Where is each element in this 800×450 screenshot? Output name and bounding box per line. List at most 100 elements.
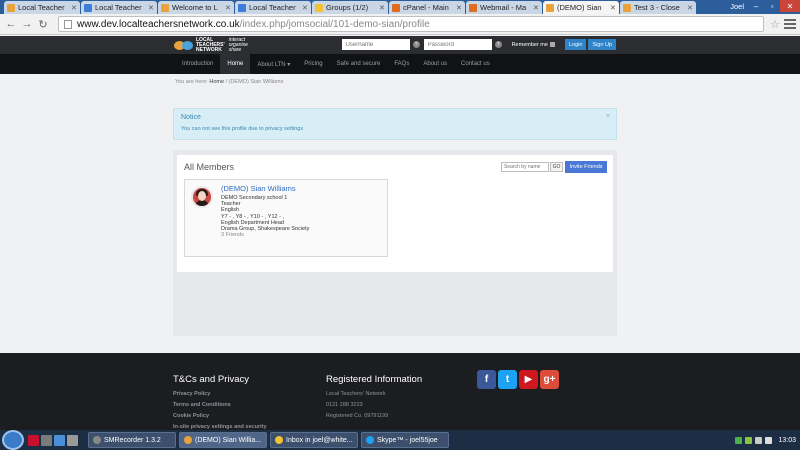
login-button[interactable]: Login bbox=[564, 39, 587, 50]
footer-link-privacy[interactable]: Privacy Policy bbox=[173, 391, 267, 397]
logo-text: LOCAL TEACHERS' NETWORK bbox=[196, 36, 225, 53]
taskbar-item[interactable]: SMRecorder 1.3.2 bbox=[88, 432, 176, 448]
nav-item[interactable]: FAQs bbox=[387, 54, 416, 74]
close-tab-icon[interactable]: ✕ bbox=[533, 4, 539, 12]
all-members-panel: All Members GO Invite Friends (DEMO) Sia… bbox=[177, 155, 613, 272]
nav-item[interactable]: Safe and secure bbox=[330, 54, 388, 74]
footer-company-number: Registered Co. 09791199 bbox=[326, 413, 389, 419]
member-search-input[interactable] bbox=[501, 162, 549, 172]
page-icon bbox=[64, 19, 72, 29]
google-plus-icon[interactable]: g+ bbox=[540, 370, 559, 389]
remember-me-checkbox[interactable] bbox=[549, 42, 555, 47]
network-icon[interactable] bbox=[765, 436, 773, 444]
flag-icon[interactable] bbox=[28, 434, 39, 446]
tab-list: Local Teacher ✕ Local Teacher ✕ Welcome to L… bbox=[4, 1, 697, 14]
favicon-icon bbox=[392, 3, 400, 12]
browser-tab[interactable]: Test 3 - Close ✕ bbox=[620, 1, 696, 14]
close-tab-icon[interactable]: ✕ bbox=[379, 4, 385, 12]
app-icon[interactable] bbox=[54, 434, 65, 446]
social-links: f t ▶ g+ bbox=[477, 370, 561, 389]
member-name-link[interactable]: (DEMO) Sian Williams bbox=[221, 184, 296, 193]
site-logo[interactable]: LOCAL TEACHERS' NETWORK interact organise sh… bbox=[174, 37, 248, 53]
tray-icon[interactable] bbox=[735, 436, 743, 444]
browser-tab[interactable]: Groups (1/2) ✕ bbox=[312, 1, 388, 14]
close-tab-icon[interactable]: ✕ bbox=[302, 4, 308, 12]
facebook-icon[interactable]: f bbox=[477, 370, 496, 389]
taskbar-items: SMRecorder 1.3.2 (DEMO) Sian Willia... Inb… bbox=[88, 432, 452, 448]
breadcrumb-prefix: You are here: bbox=[175, 79, 208, 85]
username-input[interactable] bbox=[341, 39, 410, 50]
minimize-icon[interactable]: – bbox=[748, 0, 764, 12]
back-icon[interactable]: ← bbox=[4, 17, 18, 31]
privacy-notice: Notice You can not see this profile due … bbox=[173, 108, 617, 140]
browser-tab[interactable]: (DEMO) Sian ✕ bbox=[543, 1, 619, 14]
browser-tab[interactable]: Local Teacher ✕ bbox=[4, 1, 80, 14]
browser-tab[interactable]: Webmail - Ma ✕ bbox=[466, 1, 542, 14]
footer-tc-column: T&Cs and Privacy Privacy Policy Terms an… bbox=[173, 374, 267, 435]
login-form: ? ? Remember me Login Sign Up bbox=[341, 39, 616, 50]
tab-label: cPanel - Main bbox=[403, 3, 449, 12]
logo-tagline: interact organise share bbox=[228, 36, 248, 53]
address-bar: ← → ↻ www.dev.localteachersnetwork.co.uk… bbox=[0, 14, 800, 35]
nav-item[interactable]: Pricing bbox=[297, 54, 329, 74]
taskbar-item[interactable]: Inbox in joel@white... bbox=[270, 432, 358, 448]
help-icon[interactable]: ? bbox=[494, 41, 502, 48]
bookmark-star-icon[interactable]: ☆ bbox=[770, 18, 780, 31]
tab-label: Local Teacher bbox=[249, 3, 296, 12]
volume-icon[interactable] bbox=[755, 436, 763, 444]
browser-menu-icon[interactable] bbox=[784, 19, 796, 29]
nav-item[interactable]: Home bbox=[220, 54, 251, 74]
password-input[interactable] bbox=[423, 39, 492, 50]
app-icon bbox=[184, 436, 192, 444]
footer-link-terms[interactable]: Terms and Conditions bbox=[173, 402, 267, 408]
close-icon[interactable]: × bbox=[606, 113, 610, 120]
forward-icon[interactable]: → bbox=[20, 17, 34, 31]
footer-registered-title: Registered Information bbox=[326, 374, 423, 385]
breadcrumb-home-link[interactable]: Home bbox=[209, 79, 224, 85]
logo-bubble-icon bbox=[182, 40, 193, 50]
avatar[interactable] bbox=[191, 186, 213, 208]
invite-friends-button[interactable]: Invite Friends bbox=[565, 161, 607, 173]
reload-icon[interactable]: ↻ bbox=[36, 17, 50, 31]
app-icon bbox=[93, 436, 101, 444]
breadcrumb-separator: / bbox=[225, 79, 228, 85]
app-icon[interactable] bbox=[67, 434, 78, 446]
close-tab-icon[interactable]: ✕ bbox=[687, 4, 693, 12]
browser-tab[interactable]: Local Teacher ✕ bbox=[81, 1, 157, 14]
youtube-icon[interactable]: ▶ bbox=[519, 370, 538, 389]
tray-icon[interactable] bbox=[745, 436, 753, 444]
quick-launch bbox=[28, 434, 80, 446]
member-friends-count[interactable]: 3 Friends bbox=[221, 232, 309, 238]
browser-tab[interactable]: Local Teacher ✕ bbox=[235, 1, 311, 14]
window-controls: – ▫ ✕ bbox=[748, 0, 800, 12]
close-tab-icon[interactable]: ✕ bbox=[610, 4, 616, 12]
close-window-icon[interactable]: ✕ bbox=[780, 0, 800, 12]
nav-item[interactable]: About LTN ▾ bbox=[250, 54, 297, 74]
search-go-button[interactable]: GO bbox=[550, 162, 563, 172]
close-tab-icon[interactable]: ✕ bbox=[225, 4, 231, 12]
close-tab-icon[interactable]: ✕ bbox=[456, 4, 462, 12]
browser-tab[interactable]: cPanel - Main ✕ bbox=[389, 1, 465, 14]
favicon-icon bbox=[623, 3, 631, 12]
browser-tab[interactable]: Welcome to L ✕ bbox=[158, 1, 234, 14]
help-icon[interactable]: ? bbox=[412, 41, 420, 48]
taskbar-item[interactable]: (DEMO) Sian Willia... bbox=[179, 432, 267, 448]
nav-item[interactable]: Contact us bbox=[454, 54, 497, 74]
close-tab-icon[interactable]: ✕ bbox=[148, 4, 154, 12]
tab-label: Local Teacher bbox=[18, 3, 65, 12]
nav-item[interactable]: About us bbox=[416, 54, 454, 74]
close-tab-icon[interactable]: ✕ bbox=[71, 4, 77, 12]
taskbar-item[interactable]: Skype™ - joel55joe bbox=[361, 432, 449, 448]
notice-message: You can not see this profile due to priv… bbox=[181, 126, 304, 132]
footer-phone: 0121 288 3223 bbox=[326, 402, 363, 408]
url-input[interactable]: www.dev.localteachersnetwork.co.uk/index… bbox=[58, 16, 765, 32]
nav-item[interactable]: Introduction bbox=[175, 54, 220, 74]
maximize-icon[interactable]: ▫ bbox=[764, 0, 780, 12]
app-icon[interactable] bbox=[41, 434, 52, 446]
start-button-icon[interactable] bbox=[2, 430, 24, 450]
twitter-icon[interactable]: t bbox=[498, 370, 517, 389]
signup-button[interactable]: Sign Up bbox=[588, 39, 616, 50]
browser-user-name[interactable]: Joel bbox=[730, 2, 744, 11]
footer-link-cookie[interactable]: Cookie Policy bbox=[173, 413, 267, 419]
clock[interactable]: 13:03 bbox=[778, 437, 796, 444]
